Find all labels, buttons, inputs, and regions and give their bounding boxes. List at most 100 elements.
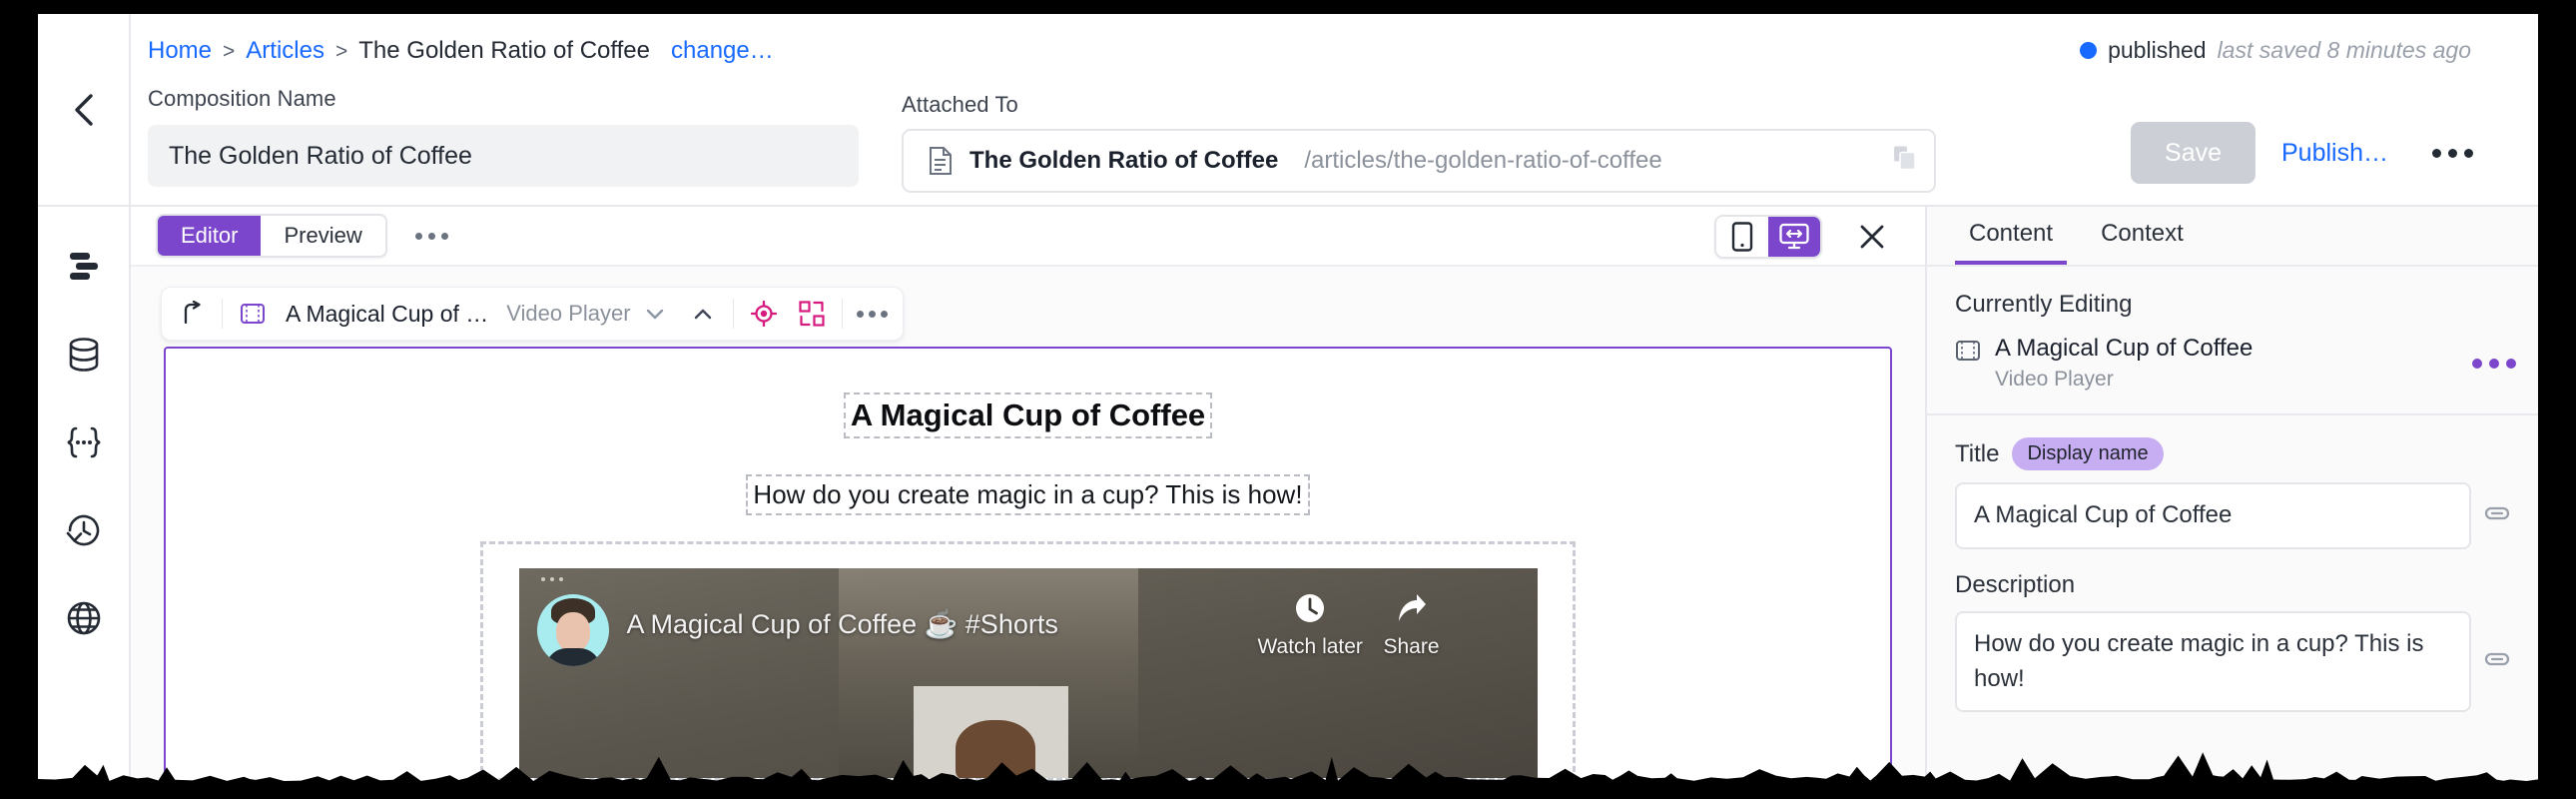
viewport-desktop-button[interactable] (1768, 217, 1820, 257)
video-player-icon (229, 290, 277, 338)
tab-content[interactable]: Content (1955, 207, 2068, 265)
component-type: Video Player (506, 301, 631, 326)
watch-later-button[interactable]: Watch later (1258, 591, 1363, 659)
breadcrumb-change-link[interactable]: change… (671, 37, 774, 65)
editor-more-icon[interactable] (414, 232, 448, 240)
avatar-body (544, 648, 601, 666)
globe-icon (67, 601, 100, 635)
component-swap-icon (799, 301, 825, 327)
share-label: Share (1383, 635, 1440, 658)
thumbnail-person (955, 720, 1035, 778)
tab-context[interactable]: Context (2087, 207, 2198, 265)
title-input[interactable]: A Magical Cup of Coffee (1955, 482, 2471, 549)
swap-component-button[interactable] (788, 290, 836, 338)
publish-button[interactable]: Publish… (2255, 139, 2414, 168)
component-more-icon[interactable] (849, 290, 897, 338)
divider (841, 299, 843, 329)
currently-editing-label: Currently Editing (1955, 291, 2133, 318)
sidebar-item-history[interactable] (56, 502, 112, 558)
description-input[interactable]: How do you create magic in a cup? This i… (1955, 610, 2471, 713)
currently-editing-more-icon[interactable] (2472, 359, 2516, 369)
currently-editing-type: Video Player (1995, 368, 2114, 391)
divider (222, 299, 223, 329)
attached-to-field: Attached To The Golden Ratio of Coffee /… (902, 92, 1936, 193)
viewport-switch (1714, 215, 1822, 259)
chevron-down-icon (646, 309, 663, 320)
sidebar-item-layers[interactable] (56, 239, 112, 295)
currently-editing-item[interactable]: A Magical Cup of Coffee Video Player (1955, 335, 2510, 392)
editor-toolbar: Editor Preview (131, 207, 1925, 267)
currently-editing-name: A Magical Cup of Coffee (1995, 335, 2254, 362)
link-field-icon[interactable] (2484, 502, 2510, 529)
avatar-face (555, 612, 590, 652)
component-breadcrumb-bar: A Magical Cup of … Video Player (161, 287, 904, 341)
app-window: Home > Articles > The Golden Ratio of Co… (38, 14, 2538, 785)
video-player-placeholder[interactable]: A Magical Cup of Coffee ☕ #Shorts Watch … (480, 541, 1576, 781)
locate-component-button[interactable] (740, 290, 788, 338)
viewport-mobile-button[interactable] (1716, 217, 1768, 257)
select-next-sibling-button[interactable] (631, 290, 679, 338)
video-title: A Magical Cup of Coffee ☕ #Shorts (626, 609, 1058, 639)
left-icon-rail (38, 207, 131, 785)
attached-to-path: /articles/the-golden-ratio-of-coffee (1304, 147, 1662, 174)
share-arrow-icon (1398, 594, 1426, 621)
component-name: A Magical Cup of … (286, 300, 489, 327)
canvas-subtitle[interactable]: How do you create magic in a cup? This i… (746, 474, 1310, 515)
share-button[interactable]: Share (1384, 591, 1440, 659)
field-title-label: Title (1955, 439, 2000, 467)
link-field-icon[interactable] (2484, 648, 2510, 675)
attached-to-box[interactable]: The Golden Ratio of Coffee /articles/the… (902, 129, 1936, 193)
sidebar-item-code[interactable] (56, 414, 112, 470)
chevron-left-icon (74, 93, 93, 126)
attached-to-label: Attached To (902, 92, 1018, 117)
video-player-icon (1955, 339, 1981, 368)
mobile-icon (1731, 222, 1753, 252)
breadcrumb-articles[interactable]: Articles (246, 37, 324, 65)
properties-fields: Title Display name A Magical Cup of Coff… (1927, 415, 2538, 713)
select-prev-sibling-button[interactable] (679, 290, 727, 338)
composition-name-label: Composition Name (148, 86, 336, 111)
header-more-icon[interactable] (2414, 141, 2483, 166)
move-up-level-button[interactable] (168, 290, 216, 338)
close-icon (1860, 225, 1884, 249)
canvas-title[interactable]: A Magical Cup of Coffee (843, 393, 1213, 438)
clock-icon (1296, 594, 1325, 622)
video-thumbnail[interactable]: A Magical Cup of Coffee ☕ #Shorts Watch … (518, 568, 1538, 778)
sidebar-item-data[interactable] (56, 327, 112, 383)
app-header: Home > Articles > The Golden Ratio of Co… (38, 14, 2538, 207)
save-button[interactable]: Save (2131, 122, 2255, 184)
watch-later-label: Watch later (1257, 635, 1363, 658)
header-actions: Save Publish… (2131, 122, 2483, 184)
field-description: Description How do you create magic in a… (1955, 571, 2510, 713)
field-description-label: Description (1955, 570, 2076, 598)
breadcrumb-home[interactable]: Home (148, 37, 212, 65)
arrow-up-left-icon (184, 301, 201, 325)
sidebar-item-globe[interactable] (56, 590, 112, 646)
editor-column: Editor Preview A Magical Cup of … Video … (131, 207, 1925, 785)
thumbnail-meta-dots-icon (540, 577, 563, 581)
display-name-badge: Display name (2012, 437, 2164, 470)
tab-editor[interactable]: Editor (158, 216, 262, 256)
history-icon (66, 514, 99, 546)
component-breadcrumb-wrap: A Magical Cup of … Video Player (131, 267, 1925, 341)
back-button[interactable] (38, 14, 131, 205)
document-icon (928, 146, 954, 176)
properties-panel: Content Context Currently Editing A Magi… (1925, 207, 2538, 785)
composition-name-input[interactable]: The Golden Ratio of Coffee (148, 125, 859, 187)
tab-preview[interactable]: Preview (261, 216, 385, 256)
copy-icon[interactable] (1893, 146, 1917, 177)
divider (732, 299, 734, 329)
status-dot-icon (2080, 42, 2098, 59)
editor-mode-switch: Editor Preview (156, 214, 387, 258)
last-saved-label: last saved 8 minutes ago (2217, 37, 2471, 63)
status-label: published (2108, 37, 2207, 63)
chevron-up-icon (694, 309, 711, 320)
chain-link-icon (2484, 652, 2510, 666)
breadcrumb-separator: > (334, 40, 348, 63)
close-editor-button[interactable] (1855, 220, 1889, 254)
editor-canvas[interactable]: A Magical Cup of Coffee How do you creat… (164, 347, 1892, 785)
properties-tabs: Content Context (1927, 207, 2538, 267)
avatar (536, 594, 609, 666)
field-title: Title Display name A Magical Cup of Coff… (1955, 437, 2510, 549)
currently-editing-section: Currently Editing A Magical Cup of Coffe… (1927, 267, 2538, 415)
